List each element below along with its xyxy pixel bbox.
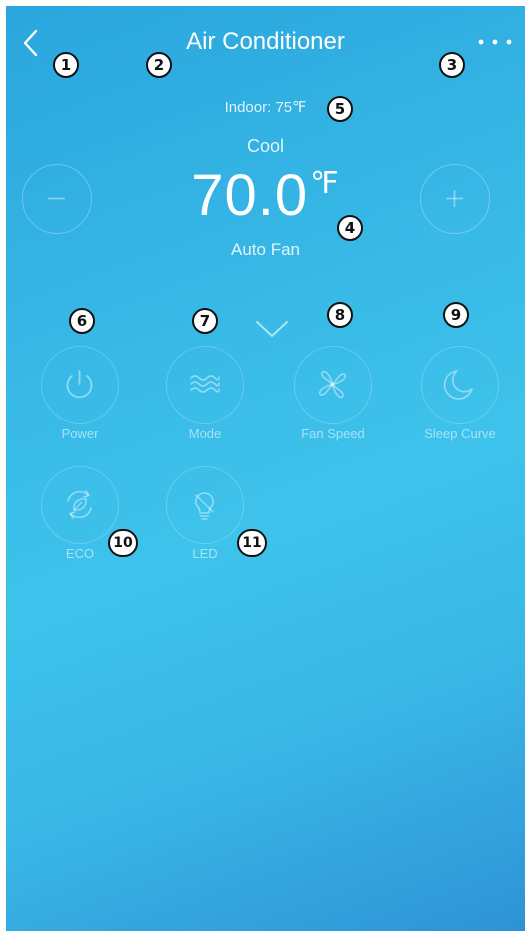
- led-button[interactable]: LED: [149, 466, 259, 576]
- annotation-badge-1: 1: [53, 52, 79, 78]
- ac-control-screen: Air Conditioner Indoor: 75℉ Cool 70.0℉ A…: [6, 6, 525, 931]
- fan-speed-label: Fan Speed: [301, 426, 365, 441]
- fan-status: Auto Fan: [231, 240, 300, 259]
- annotation-badge-5: 5: [327, 96, 353, 122]
- temperature-value: 70.0: [191, 163, 309, 228]
- power-label: Power: [61, 426, 99, 441]
- annotation-badge-10: 10: [108, 529, 138, 557]
- current-mode: Cool: [246, 136, 285, 156]
- mode-button-circle: [166, 346, 244, 424]
- fan-icon: [318, 370, 347, 399]
- annotation-badge-8: 8: [327, 302, 353, 328]
- increase-temp-button[interactable]: [420, 164, 490, 234]
- moon-icon: [443, 370, 473, 400]
- eco-icon: [67, 490, 92, 519]
- sleep-curve-button[interactable]: Sleep Curve: [404, 346, 514, 456]
- annotation-badge-11: 11: [237, 529, 267, 557]
- sleep-curve-label: Sleep Curve: [424, 426, 496, 441]
- indoor-temperature: Indoor: 75℉: [224, 99, 307, 116]
- eco-button[interactable]: ECO: [24, 466, 134, 576]
- plus-icon: [446, 190, 463, 207]
- power-icon: [66, 370, 93, 399]
- annotation-badge-7: 7: [192, 308, 218, 334]
- annotation-badge-2: 2: [146, 52, 172, 78]
- mode-label: Mode: [188, 426, 222, 441]
- eco-button-circle: [41, 466, 119, 544]
- annotation-badge-3: 3: [439, 52, 465, 78]
- annotation-badge-4: 4: [337, 215, 363, 241]
- mode-button[interactable]: Mode: [149, 346, 259, 456]
- chevron-down-icon: [256, 321, 288, 337]
- fan-speed-button-circle: [294, 346, 372, 424]
- wave-icon: [190, 375, 220, 393]
- more-options-button[interactable]: [473, 30, 517, 54]
- more-dots-icon: [478, 39, 512, 45]
- fan-speed-button[interactable]: Fan Speed: [277, 346, 387, 456]
- annotation-badge-6: 6: [69, 308, 95, 334]
- power-button-circle: [41, 346, 119, 424]
- bulb-icon: [194, 492, 215, 520]
- temperature-unit: ℉: [310, 167, 340, 200]
- expand-controls-button[interactable]: [254, 318, 290, 340]
- led-button-circle: [166, 466, 244, 544]
- power-button[interactable]: Power: [24, 346, 134, 456]
- sleep-curve-button-circle: [421, 346, 499, 424]
- annotation-badge-9: 9: [443, 302, 469, 328]
